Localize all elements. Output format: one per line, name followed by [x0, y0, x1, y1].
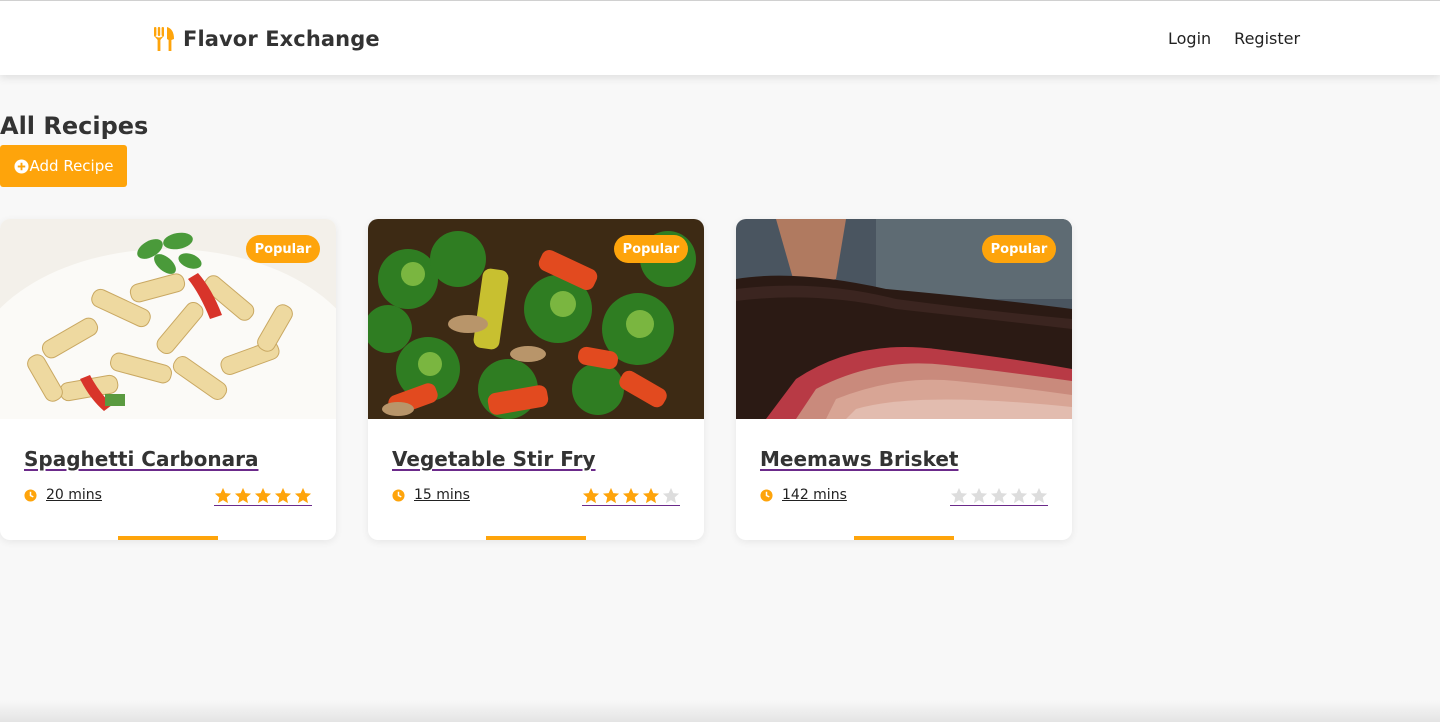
- nav-links: Login Register: [1168, 29, 1300, 48]
- recipe-time-value: 20 mins: [46, 487, 102, 503]
- popular-badge: Popular: [614, 235, 688, 263]
- star-icon[interactable]: [214, 487, 232, 504]
- star-icon[interactable]: [662, 487, 680, 504]
- popular-badge: Popular: [982, 235, 1056, 263]
- star-rating: [582, 487, 680, 506]
- add-recipe-label: Add Recipe: [29, 157, 114, 175]
- card-accent-bar: [854, 536, 954, 540]
- recipe-title-link[interactable]: Vegetable Stir Fry: [392, 447, 596, 471]
- star-rating: [214, 487, 312, 506]
- clock-icon: [392, 488, 405, 502]
- recipe-card[interactable]: Popular Meemaws Brisket 142 mins: [736, 219, 1072, 540]
- bottom-shadow: [0, 700, 1440, 722]
- popular-badge: Popular: [246, 235, 320, 263]
- top-navbar: Flavor Exchange Login Register: [0, 0, 1440, 75]
- star-icon[interactable]: [642, 487, 660, 504]
- recipe-time: 20 mins: [24, 487, 102, 503]
- star-icon[interactable]: [970, 487, 988, 504]
- star-icon[interactable]: [1010, 487, 1028, 504]
- add-recipe-button[interactable]: Add Recipe: [0, 145, 127, 187]
- star-icon[interactable]: [1030, 487, 1048, 504]
- star-icon[interactable]: [950, 487, 968, 504]
- recipe-image[interactable]: Popular: [0, 219, 336, 419]
- recipe-time: 142 mins: [760, 487, 847, 503]
- star-icon[interactable]: [254, 487, 272, 504]
- card-accent-bar: [486, 536, 586, 540]
- brand-link[interactable]: Flavor Exchange: [153, 25, 380, 53]
- star-rating: [950, 487, 1048, 506]
- utensils-icon: [154, 27, 174, 51]
- brand-name: Flavor Exchange: [183, 27, 380, 51]
- recipe-title-link[interactable]: Meemaws Brisket: [760, 447, 958, 471]
- register-link[interactable]: Register: [1234, 29, 1300, 48]
- login-link[interactable]: Login: [1168, 29, 1211, 48]
- card-accent-bar: [118, 536, 218, 540]
- star-icon[interactable]: [582, 487, 600, 504]
- star-icon[interactable]: [234, 487, 252, 504]
- plus-circle-icon: [13, 158, 29, 174]
- clock-icon: [760, 488, 773, 502]
- recipe-image[interactable]: Popular: [736, 219, 1072, 419]
- recipe-time-value: 15 mins: [414, 487, 470, 503]
- page-title: All Recipes: [0, 112, 149, 140]
- star-icon[interactable]: [990, 487, 1008, 504]
- star-icon[interactable]: [622, 487, 640, 504]
- recipe-image[interactable]: Popular: [368, 219, 704, 419]
- star-icon[interactable]: [602, 487, 620, 504]
- recipe-title-link[interactable]: Spaghetti Carbonara: [24, 447, 258, 471]
- recipe-time-value: 142 mins: [782, 487, 847, 503]
- clock-icon: [24, 488, 37, 502]
- recipe-card[interactable]: Popular Spaghetti Carbonara 20 mins: [0, 219, 336, 540]
- star-icon[interactable]: [274, 487, 292, 504]
- star-icon[interactable]: [294, 487, 312, 504]
- recipe-card[interactable]: Popular Vegetable Stir Fry 15 mins: [368, 219, 704, 540]
- recipe-time: 15 mins: [392, 487, 470, 503]
